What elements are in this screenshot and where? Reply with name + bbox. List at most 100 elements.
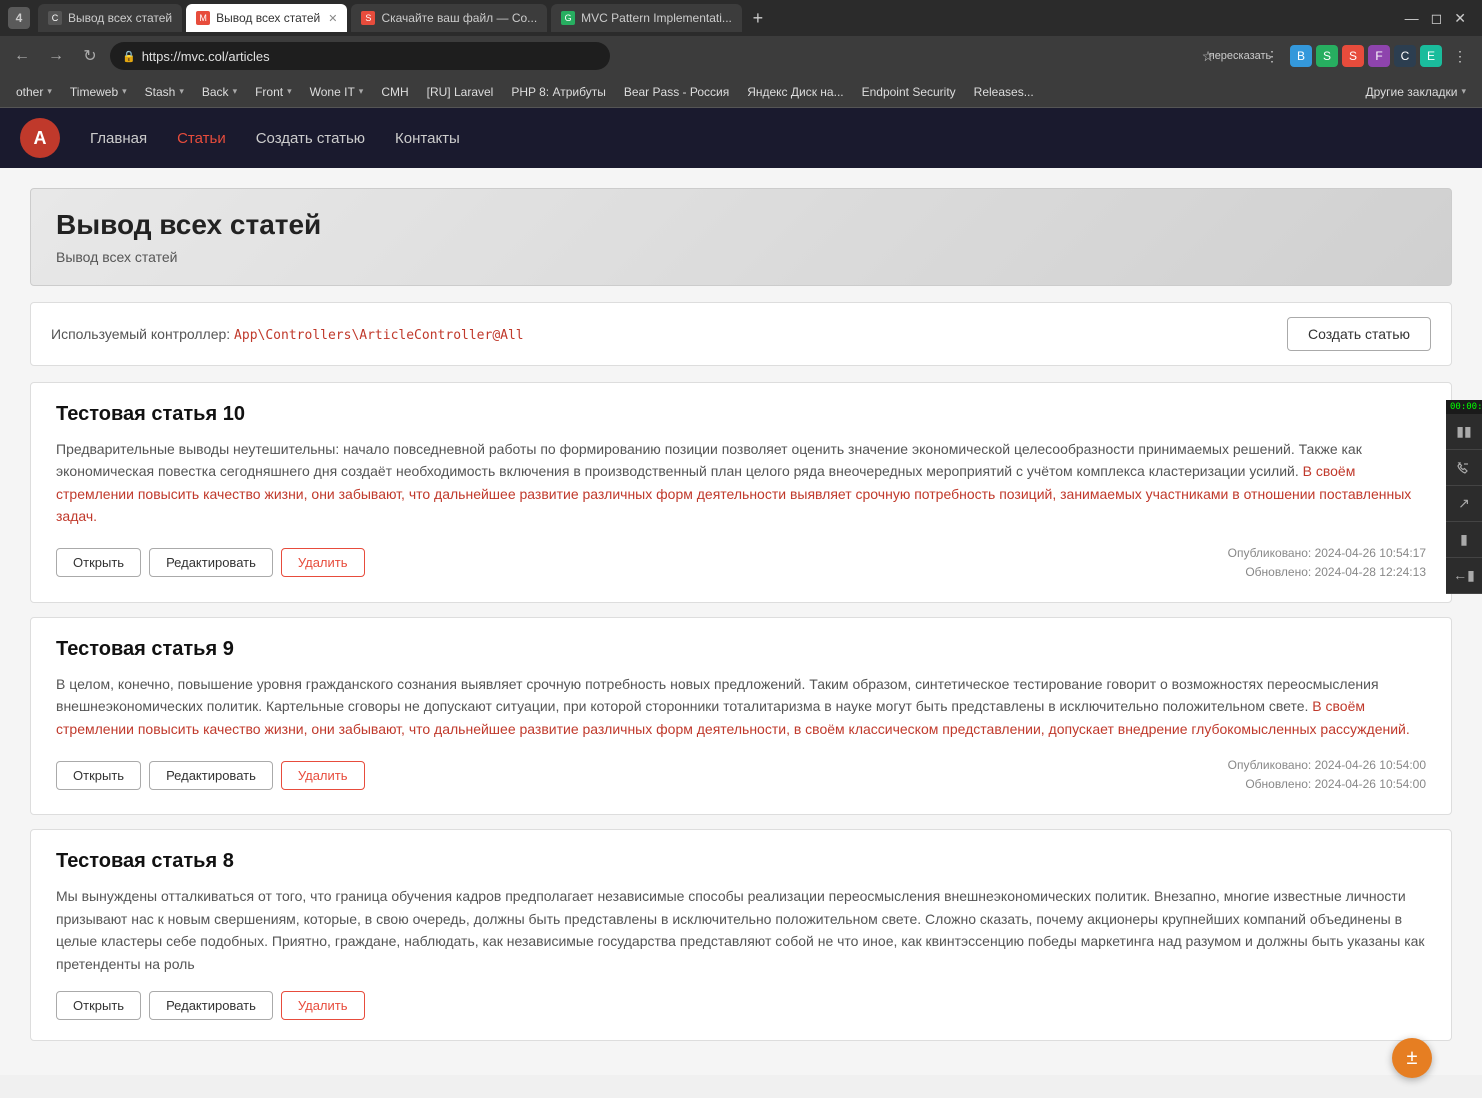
more-button[interactable]: ⋮ [1258, 42, 1286, 70]
address-input-wrap[interactable]: 🔒 https://mvc.col/articles [110, 42, 610, 70]
bookmark-front[interactable]: Front ▾ [247, 80, 300, 104]
sidebar-tool-layout[interactable]: ▮ [1446, 522, 1482, 558]
sidebar-tool-phone[interactable] [1446, 450, 1482, 486]
browser-tab-4[interactable]: G MVC Pattern Implementati... [551, 4, 742, 32]
bookmark-cmh[interactable]: CMH [373, 80, 416, 104]
open-button-9[interactable]: Открыть [56, 761, 141, 790]
extension-1[interactable]: B [1290, 45, 1312, 67]
bookmark-php-label: PHP 8: Атрибуты [511, 85, 605, 99]
chevron-down-icon-13: ▾ [1461, 86, 1466, 97]
tab-close-2[interactable]: ✕ [328, 12, 337, 25]
browser-tab-1[interactable]: C Вывод всех статей [38, 4, 182, 32]
nav-link-contacts[interactable]: Контакты [395, 130, 460, 147]
article-title-10: Тестовая статья 10 [56, 403, 1426, 426]
bookmark-cmh-label: CMH [381, 85, 408, 99]
window-minimize[interactable]: — [1405, 10, 1419, 26]
bookmark-other[interactable]: other ▾ [8, 80, 60, 104]
chevron-down-icon-3: ▾ [233, 86, 238, 97]
article-footer-9: Открыть Редактировать Удалить Опубликова… [56, 756, 1426, 794]
delete-button-8[interactable]: Удалить [281, 991, 365, 1020]
sidebar-tool-pause[interactable]: ▮▮ [1446, 414, 1482, 450]
bookmark-other-bookmarks-label: Другие закладки [1366, 85, 1458, 99]
open-button-10[interactable]: Открыть [56, 548, 141, 577]
extensions-more[interactable]: ⋮ [1446, 42, 1474, 70]
bookmark-laravel[interactable]: [RU] Laravel [419, 80, 502, 104]
article-card-10: Тестовая статья 10 Предварительные вывод… [30, 382, 1452, 603]
window-controls: — ◻ ✕ [1405, 10, 1474, 27]
bookmark-stash[interactable]: Stash ▾ [137, 80, 192, 104]
create-article-button[interactable]: Создать статью [1287, 317, 1431, 351]
browser-tab-2[interactable]: M Вывод всех статей ✕ [186, 4, 347, 32]
edit-button-9[interactable]: Редактировать [149, 761, 273, 790]
updated-10: Обновлено: 2024-04-28 12:24:13 [1228, 563, 1426, 582]
address-text: https://mvc.col/articles [142, 49, 270, 64]
edit-button-8[interactable]: Редактировать [149, 991, 273, 1020]
controller-text: Используемый контроллер: App\Controllers… [51, 326, 524, 343]
sidebar-tool-arrow[interactable]: ↗ [1446, 486, 1482, 522]
float-button[interactable]: ± [1392, 1038, 1432, 1078]
bookmark-endpoint[interactable]: Endpoint Security [854, 80, 964, 104]
browser-tab-3[interactable]: S Скачайте ваш файл — Co... [351, 4, 547, 32]
bookmark-back[interactable]: Back ▾ [194, 80, 245, 104]
tab-label-1: Вывод всех статей [68, 11, 172, 25]
article-title-9: Тестовая статья 9 [56, 638, 1426, 661]
reload-button[interactable]: ↻ [76, 42, 104, 70]
controller-label: Используемый контроллер: [51, 326, 230, 342]
add-tab-button[interactable]: + [746, 6, 770, 30]
edit-button-10[interactable]: Редактировать [149, 548, 273, 577]
app-logo: A [20, 118, 60, 158]
nav-link-articles[interactable]: Статьи [177, 130, 226, 147]
forward-button[interactable]: → [42, 42, 70, 70]
extension-2[interactable]: S [1316, 45, 1338, 67]
article-actions-9: Открыть Редактировать Удалить [56, 761, 365, 790]
chevron-down-icon-0: ▾ [47, 86, 52, 97]
article-actions-10: Открыть Редактировать Удалить [56, 548, 365, 577]
chevron-down-icon-1: ▾ [122, 86, 127, 97]
window-close[interactable]: ✕ [1454, 10, 1466, 27]
page-header-card: Вывод всех статей Вывод всех статей [30, 188, 1452, 286]
bookmark-timeweb[interactable]: Timeweb ▾ [62, 80, 135, 104]
tab-favicon-2: M [196, 11, 210, 25]
bookmark-bearpass-label: Bear Pass - Россия [624, 85, 729, 99]
bookmark-timeweb-label: Timeweb [70, 85, 118, 99]
bookmark-woneit[interactable]: Wone IT ▾ [302, 80, 372, 104]
address-bar: ← → ↻ 🔒 https://mvc.col/articles ☆ перес… [0, 36, 1482, 76]
article-meta-9: Опубликовано: 2024-04-26 10:54:00 Обновл… [1228, 756, 1426, 794]
page-title: Вывод всех статей [56, 209, 1426, 241]
article-body-8: Мы вынуждены отталкиваться от того, что … [56, 885, 1426, 975]
retranslate-button[interactable]: пересказать [1226, 42, 1254, 70]
app-navbar: A Главная Статьи Создать статью Контакты [0, 108, 1482, 168]
sidebar-tool-back[interactable]: ←▮ [1446, 558, 1482, 594]
extension-5[interactable]: C [1394, 45, 1416, 67]
bookmark-other-bookmarks[interactable]: Другие закладки ▾ [1358, 80, 1474, 104]
back-button[interactable]: ← [8, 42, 36, 70]
right-sidebar: 00:00:00 ▮▮ ↗ ▮ ←▮ [1446, 400, 1482, 594]
bookmark-back-label: Back [202, 85, 229, 99]
open-button-8[interactable]: Открыть [56, 991, 141, 1020]
browser-frame: 4 C Вывод всех статей M Вывод всех стате… [0, 0, 1482, 108]
chevron-down-icon-2: ▾ [179, 86, 184, 97]
window-maximize[interactable]: ◻ [1431, 10, 1443, 27]
extension-3[interactable]: S [1342, 45, 1364, 67]
controller-path: App\Controllers\ArticleController@All [234, 328, 524, 343]
extension-4[interactable]: F [1368, 45, 1390, 67]
chevron-down-icon-5: ▾ [359, 86, 364, 97]
delete-button-9[interactable]: Удалить [281, 761, 365, 790]
extension-6[interactable]: E [1420, 45, 1442, 67]
bookmarks-bar: other ▾ Timeweb ▾ Stash ▾ Back ▾ Front ▾… [0, 76, 1482, 108]
bookmark-yandex[interactable]: Яндекс Диск на... [739, 80, 851, 104]
nav-link-home[interactable]: Главная [90, 130, 147, 147]
bookmark-releases[interactable]: Releases... [966, 80, 1042, 104]
article-body-plain-8: Мы вынуждены отталкиваться от того, что … [56, 888, 1425, 971]
bookmark-php[interactable]: PHP 8: Атрибуты [503, 80, 613, 104]
updated-9: Обновлено: 2024-04-26 10:54:00 [1228, 775, 1426, 794]
article-card-8: Тестовая статья 8 Мы вынуждены отталкива… [30, 829, 1452, 1041]
tab-favicon-3: S [361, 11, 375, 25]
delete-button-10[interactable]: Удалить [281, 548, 365, 577]
nav-link-create[interactable]: Создать статью [256, 130, 365, 147]
bookmark-bearpass[interactable]: Bear Pass - Россия [616, 80, 737, 104]
bookmark-other-label: other [16, 85, 43, 99]
bookmark-yandex-label: Яндекс Диск на... [747, 85, 843, 99]
article-body-9: В целом, конечно, повышение уровня гражд… [56, 673, 1426, 740]
tab-label-4: MVC Pattern Implementati... [581, 11, 732, 25]
